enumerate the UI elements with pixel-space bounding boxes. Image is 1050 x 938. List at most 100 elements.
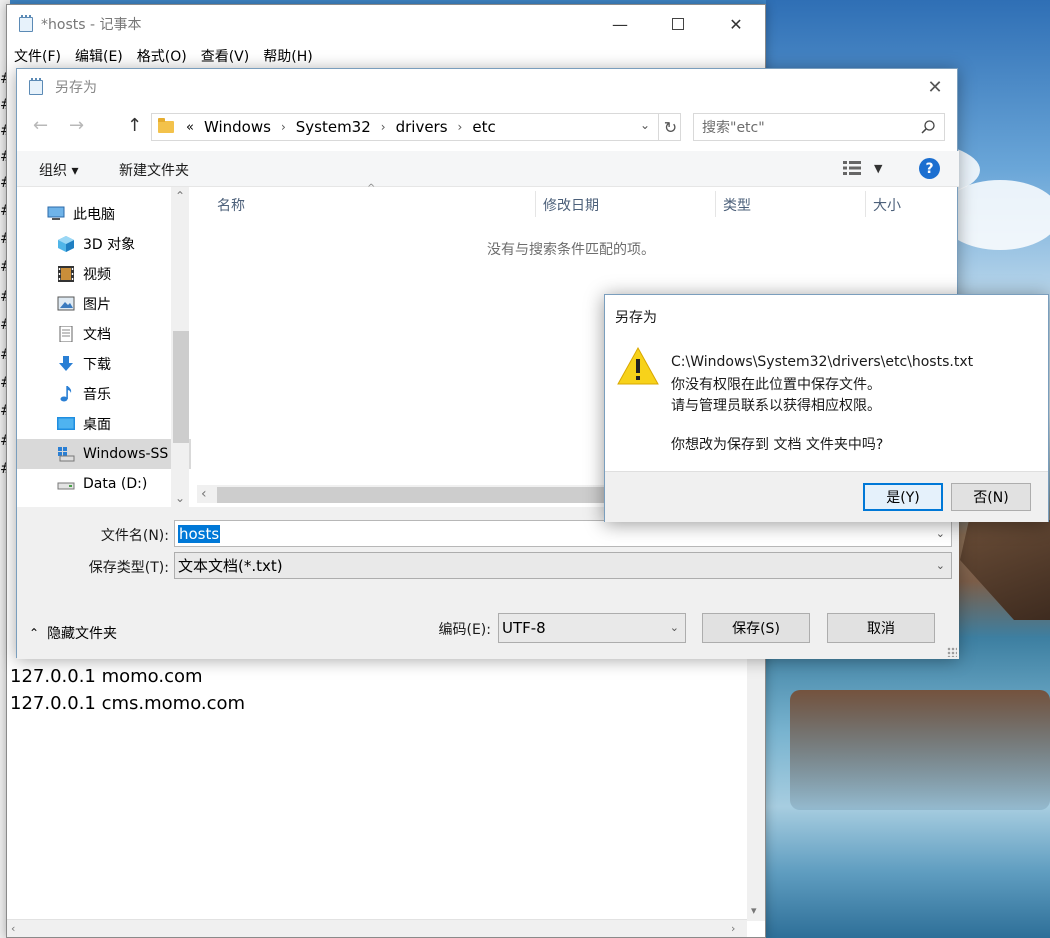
- notepad-menubar: 文件(F) 编辑(E) 格式(O) 查看(V) 帮助(H): [7, 43, 765, 69]
- chevron-right-icon[interactable]: ›: [281, 120, 286, 134]
- tree-item-label: 文档: [83, 327, 111, 343]
- tree-item-label: 桌面: [83, 417, 111, 433]
- tree-item-documents[interactable]: 文档: [17, 319, 191, 349]
- desktop-icon: [57, 417, 75, 430]
- tree-item-3d-objects[interactable]: 3D 对象: [17, 229, 191, 259]
- notepad-text-area[interactable]: 127.0.0.1 momo.com 127.0.0.1 cms.momo.com: [10, 663, 245, 717]
- navigation-row: ← → ↑ « Windows › System32 › drivers › e…: [17, 109, 959, 145]
- tree-item-pictures[interactable]: 图片: [17, 289, 191, 319]
- search-input[interactable]: 搜索"etc": [693, 113, 945, 141]
- chevron-down-icon[interactable]: ⌄: [936, 527, 945, 540]
- menu-help[interactable]: 帮助(H): [258, 46, 317, 66]
- filetype-value: 文本文档(*.txt): [178, 557, 283, 575]
- view-dropdown-icon[interactable]: ▼: [874, 162, 882, 175]
- help-icon[interactable]: ?: [919, 158, 940, 179]
- notepad-titlebar[interactable]: *hosts - 记事本 — ✕: [7, 5, 765, 43]
- folder-icon: [158, 118, 174, 133]
- save-as-close-button[interactable]: ✕: [917, 69, 953, 105]
- breadcrumb-system32[interactable]: System32: [296, 118, 371, 136]
- save-button[interactable]: 保存(S): [702, 613, 810, 643]
- notepad-horizontal-scrollbar[interactable]: ‹ ›: [7, 919, 747, 937]
- up-arrow-icon[interactable]: ↑: [127, 115, 142, 136]
- maximize-button[interactable]: [649, 5, 707, 43]
- menu-view[interactable]: 查看(V): [196, 46, 255, 66]
- scroll-right-arrow-icon[interactable]: ›: [731, 922, 735, 935]
- document-icon: [59, 326, 73, 342]
- windows-drive-icon: [58, 447, 75, 462]
- scroll-down-arrow-icon[interactable]: ▾: [751, 904, 757, 917]
- tree-item-label: 3D 对象: [83, 237, 136, 253]
- chevron-down-icon[interactable]: ⌄: [640, 118, 650, 132]
- resize-grip-icon[interactable]: [947, 647, 957, 657]
- tree-item-windows-drive[interactable]: Windows-SS: [17, 439, 191, 469]
- yes-button[interactable]: 是(Y): [863, 483, 943, 511]
- save-as-title: 另存为: [55, 80, 97, 96]
- command-toolbar: 组织 ▾ 新建文件夹 ▼ ?: [17, 151, 959, 187]
- tree-item-desktop[interactable]: 桌面: [17, 409, 191, 439]
- filetype-select[interactable]: 文本文档(*.txt) ⌄: [174, 552, 952, 579]
- tree-item-music[interactable]: 音乐: [17, 379, 191, 409]
- tree-item-label: Data (D:): [83, 476, 148, 492]
- tree-item-this-pc[interactable]: 此电脑: [17, 199, 191, 229]
- minimize-button[interactable]: —: [591, 5, 649, 43]
- cube-icon: [58, 236, 74, 252]
- scroll-left-arrow-icon[interactable]: ‹: [11, 922, 15, 935]
- scroll-down-arrow-icon[interactable]: ⌄: [175, 491, 185, 505]
- column-size[interactable]: 大小: [873, 195, 901, 215]
- menu-file[interactable]: 文件(F): [9, 46, 66, 66]
- scroll-up-arrow-icon[interactable]: ⌃: [175, 189, 185, 203]
- view-options-icon[interactable]: [843, 161, 861, 175]
- chevron-right-icon[interactable]: ›: [381, 120, 386, 134]
- warning-path: C:\Windows\System32\drivers\etc\hosts.tx…: [671, 354, 974, 370]
- tree-item-data-drive[interactable]: Data (D:): [17, 469, 191, 499]
- column-divider[interactable]: [715, 191, 716, 217]
- sort-up-icon: ^: [367, 183, 376, 194]
- search-icon[interactable]: [920, 119, 936, 135]
- close-icon: ✕: [729, 14, 743, 34]
- warning-line: 你没有权限在此位置中保存文件。: [671, 377, 881, 393]
- warning-icon: [617, 347, 659, 385]
- filename-input[interactable]: hosts ⌄: [174, 520, 952, 547]
- no-button[interactable]: 否(N): [951, 483, 1031, 511]
- back-arrow-icon[interactable]: ←: [33, 115, 48, 136]
- forward-arrow-icon[interactable]: →: [69, 115, 84, 136]
- chevron-down-icon[interactable]: ⌄: [670, 621, 679, 634]
- tree-item-videos[interactable]: 视频: [17, 259, 191, 289]
- empty-message: 没有与搜索条件匹配的项。: [487, 242, 655, 258]
- file-list-scroll-thumb[interactable]: [217, 487, 617, 503]
- save-as-titlebar[interactable]: 另存为 ✕: [17, 69, 957, 105]
- breadcrumb-etc[interactable]: etc: [472, 118, 495, 136]
- encoding-label: 编码(E):: [438, 622, 492, 638]
- column-divider[interactable]: [535, 191, 536, 217]
- filetype-label: 保存类型(T):: [88, 560, 169, 576]
- close-icon: ✕: [927, 76, 943, 98]
- column-type[interactable]: 类型: [723, 195, 751, 215]
- hide-folders-toggle[interactable]: ⌃ 隐藏文件夹: [29, 623, 117, 643]
- breadcrumb-overflow[interactable]: «: [186, 120, 194, 135]
- breadcrumb-drivers[interactable]: drivers: [396, 118, 448, 136]
- menu-format[interactable]: 格式(O): [132, 46, 192, 66]
- chevron-down-icon[interactable]: ⌄: [936, 559, 945, 572]
- chevron-up-icon: ⌃: [29, 626, 40, 640]
- refresh-button[interactable]: ↻: [658, 113, 682, 141]
- music-icon: [60, 386, 72, 402]
- chevron-right-icon[interactable]: ›: [458, 120, 463, 134]
- permission-warning-dialog[interactable]: 另存为 C:\Windows\System32\drivers\etc\host…: [604, 294, 1049, 522]
- encoding-select[interactable]: UTF-8 ⌄: [498, 613, 686, 643]
- scroll-left-arrow-icon[interactable]: ‹: [201, 486, 207, 502]
- new-folder-button[interactable]: 新建文件夹: [119, 160, 189, 180]
- column-name[interactable]: 名称: [217, 195, 245, 215]
- tree-item-label: 音乐: [83, 387, 111, 403]
- notepad-icon: [17, 15, 35, 33]
- close-button[interactable]: ✕: [707, 5, 765, 43]
- breadcrumb-windows[interactable]: Windows: [204, 118, 271, 136]
- tree-item-downloads[interactable]: 下载: [17, 349, 191, 379]
- navigation-scroll-thumb[interactable]: [173, 331, 189, 443]
- download-icon: [59, 356, 73, 371]
- cancel-button[interactable]: 取消: [827, 613, 935, 643]
- column-date[interactable]: 修改日期: [543, 195, 599, 215]
- address-bar[interactable]: « Windows › System32 › drivers › etc ⌄: [151, 113, 681, 141]
- column-divider[interactable]: [865, 191, 866, 217]
- organize-button[interactable]: 组织 ▾: [39, 160, 78, 180]
- menu-edit[interactable]: 编辑(E): [70, 46, 128, 66]
